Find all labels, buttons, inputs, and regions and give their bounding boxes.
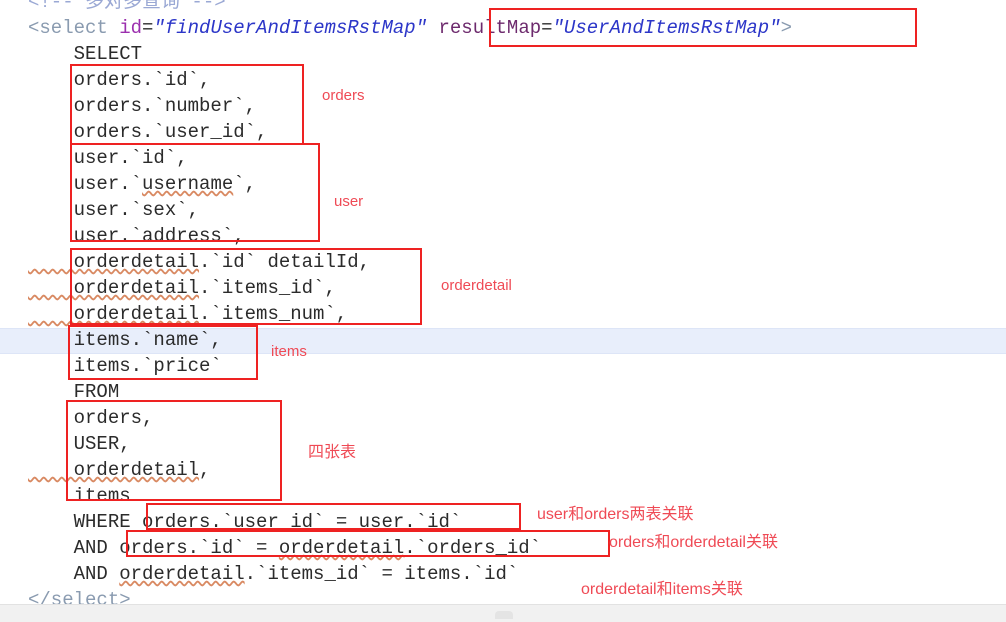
code-token-plain: orders.`number`, [28, 95, 257, 117]
code-token-plain: orders.`id`, [28, 69, 211, 91]
code-token-str: "UserAndItemsRstMap" [552, 17, 781, 39]
code-line-l-select-open[interactable]: <select id="findUserAndItemsRstMap" resu… [28, 15, 792, 41]
code-token-plain: WHERE orders.`user_id` = user.`id` [28, 511, 462, 533]
code-token-plain: orders.`user_id`, [28, 121, 268, 143]
code-line-l-od-itemsnum[interactable]: orderdetail.`items_num`, [28, 301, 348, 327]
code-token-plain: user.` [28, 173, 143, 195]
code-token-attr2: resultMap [438, 17, 542, 39]
code-token-plain: `, [233, 173, 257, 195]
code-token-attr: id [119, 17, 143, 39]
code-token-plain: orders, [28, 407, 154, 429]
label-four-tables: 四张表 [308, 444, 357, 461]
label-items: items [271, 343, 307, 360]
code-line-l-from-orders[interactable]: orders, [28, 405, 154, 431]
code-line-l-od-itemsid[interactable]: orderdetail.`items_id`, [28, 275, 336, 301]
code-token-squiggle: orderdetail [28, 277, 200, 299]
label-user: user [334, 193, 364, 210]
code-token-str: "findUserAndItemsRstMap" [153, 17, 428, 39]
label-user-orders: user和orders两表关联 [537, 506, 694, 523]
xml-comment-line: <!-- 多对多查询 --> [28, 0, 226, 13]
code-line-l-from-items[interactable]: items [28, 483, 131, 509]
code-token-plain: user.`address`, [28, 225, 245, 247]
code-token-squiggle: orderdetail [119, 563, 245, 585]
code-line-l-from-user[interactable]: USER, [28, 431, 131, 457]
label-orders-od: orders和orderdetail关联 [609, 534, 778, 551]
code-token-plain: FROM [28, 381, 120, 403]
code-token-plain: .`items_id` = items.`id` [244, 563, 519, 585]
code-token-plain: .`id` detailId, [199, 251, 371, 273]
code-line-l-od-detailid[interactable]: orderdetail.`id` detailId, [28, 249, 370, 275]
label-od-items: orderdetail和items关联 [581, 581, 743, 598]
code-token-squiggle: orderdetail [28, 459, 200, 481]
code-line-l-items-name[interactable]: items.`name`, [28, 327, 222, 353]
code-line-l-orders-number[interactable]: orders.`number`, [28, 93, 256, 119]
code-token-tag: > [780, 17, 792, 39]
code-line-l-from-od[interactable]: orderdetail, [28, 457, 211, 483]
code-line-l-user-id[interactable]: user.`id`, [28, 145, 188, 171]
code-token-squiggle: orderdetail [28, 251, 200, 273]
code-token-plain: items [28, 485, 131, 507]
code-line-l-select-kw[interactable]: SELECT [28, 41, 142, 67]
code-token-plain: SELECT [28, 43, 143, 65]
code-line-l-orders-userid[interactable]: orders.`user_id`, [28, 119, 268, 145]
code-line-l-and-1[interactable]: AND orders.`id` = orderdetail.`orders_id… [28, 535, 542, 561]
code-token-squiggle: username [142, 173, 234, 195]
code-line-l-user-username[interactable]: user.`username`, [28, 171, 256, 197]
code-token-plain: user.`id`, [28, 147, 188, 169]
code-token-plain: , [199, 459, 211, 481]
code-token-squiggle: orderdetail [28, 303, 200, 325]
code-line-l-items-price[interactable]: items.`price` [28, 353, 222, 379]
code-line-l-orders-id[interactable]: orders.`id`, [28, 67, 211, 93]
code-token-plain: .`items_num`, [199, 303, 348, 325]
code-token-eq: = [142, 17, 154, 39]
code-editor-canvas[interactable]: <!-- 多对多查询 --> <select id="findUserAndIt… [0, 0, 1006, 611]
code-token-plain: items.`price` [28, 355, 222, 377]
code-token-plain: USER, [28, 433, 131, 455]
code-token-plain: AND orders.`id` = [28, 537, 279, 559]
code-token-squiggle: orderdetail [278, 537, 405, 559]
code-line-l-from-kw[interactable]: FROM [28, 379, 120, 405]
code-token-plain: AND [28, 563, 120, 585]
code-token-eq: = [541, 17, 553, 39]
code-line-l-where[interactable]: WHERE orders.`user_id` = user.`id` [28, 509, 462, 535]
label-orders: orders [322, 87, 365, 104]
code-token-plain: .`items_id`, [199, 277, 336, 299]
bottom-scroll-nub-icon[interactable] [495, 611, 513, 619]
code-token-tag: <select [28, 17, 120, 39]
code-token-plain: .`orders_id` [404, 537, 542, 559]
code-token-plain: items.`name`, [28, 329, 222, 351]
code-line-l-and-2[interactable]: AND orderdetail.`items_id` = items.`id` [28, 561, 519, 587]
code-token-plain: user.`sex`, [28, 199, 200, 221]
code-line-l-user-address[interactable]: user.`address`, [28, 223, 245, 249]
code-line-l-user-sex[interactable]: user.`sex`, [28, 197, 199, 223]
label-orderdetail: orderdetail [441, 277, 512, 294]
